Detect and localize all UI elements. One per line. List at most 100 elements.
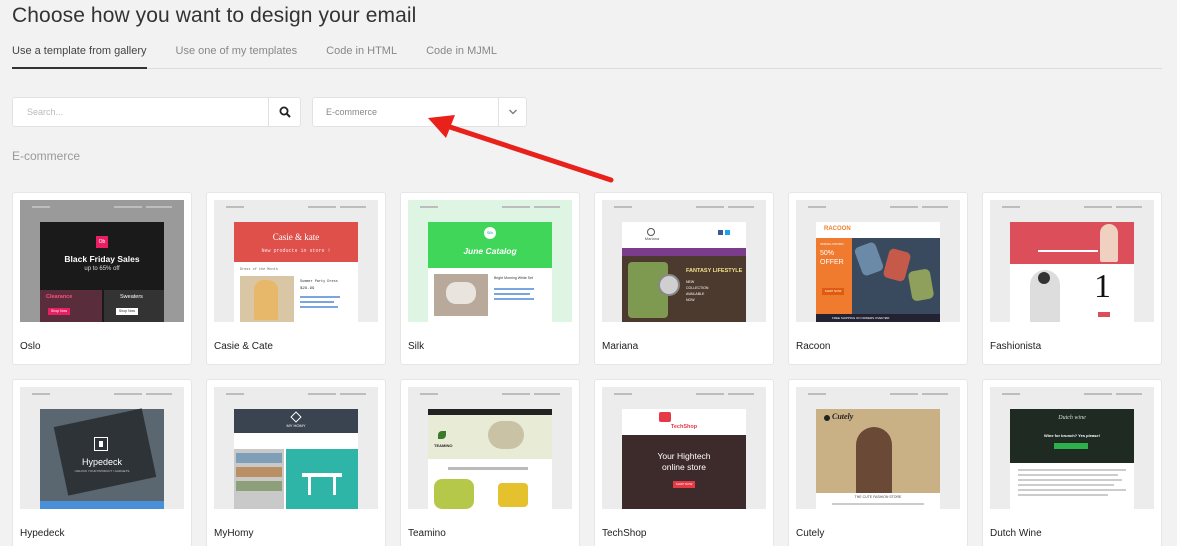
category-select-toggle[interactable] (498, 98, 526, 126)
brand-badge: Ob (96, 236, 108, 248)
thumb-offer-2: OFFER (820, 259, 844, 266)
template-card-silk[interactable]: Silk June Catalog Bright Morning White S… (400, 192, 580, 365)
thumb-btn-left: Shop Now (48, 308, 70, 315)
template-name: Dutch Wine (990, 528, 1042, 539)
thumb-right-label: Sweaters (120, 294, 143, 300)
brand-badge: Silk (484, 227, 496, 239)
template-name: Cutely (796, 528, 825, 539)
thumb-headline-2: online store (662, 462, 706, 472)
thumb-subline: up to 65% off (84, 266, 120, 272)
thumb-footer: FREE SHIPPING ON ORDERS OVER $60 (832, 316, 890, 320)
template-card-dutch-wine[interactable]: Dutch wine Wine for brunch? Yes please! … (982, 379, 1162, 546)
template-card-fashionista[interactable]: 1 Fashionista (982, 192, 1162, 365)
template-card-teamino[interactable]: TEAMINO Teamino (400, 379, 580, 546)
template-thumbnail: Ob Black Friday Sales up to 65% off Clea… (20, 200, 184, 322)
thumb-headline: Black Friday Sales (64, 254, 140, 264)
template-thumbnail: 1 (990, 200, 1154, 322)
template-name: MyHomy (214, 528, 254, 539)
thumb-offer-1: 50% (820, 250, 835, 257)
thumb-header-bars (614, 206, 754, 212)
thumb-header-bars (420, 206, 560, 212)
email-design-page: Choose how you want to design your email… (0, 0, 1177, 546)
tab-code-mjml[interactable]: Code in MJML (426, 44, 497, 69)
thumb-brand: TEAMINO (434, 443, 453, 448)
thumb-tagline: New products in store ! (261, 248, 331, 254)
thumb-btn-right: Shop Now (116, 308, 138, 315)
thumb-left-label: Clearance (46, 294, 73, 300)
template-card-cutely[interactable]: Cutely THE CUTE FASHION STORE Cutely (788, 379, 968, 546)
page-title: Choose how you want to design your email (12, 4, 417, 27)
thumb-header-bars (420, 393, 560, 399)
template-thumbnail: MY HOMY (214, 387, 378, 509)
thumb-price: $29.99 (300, 287, 315, 291)
search-icon (279, 106, 291, 118)
template-name: Fashionista (990, 341, 1042, 352)
thumb-brand: Dutch wine (1058, 415, 1086, 421)
thumb-header-bars (1002, 393, 1142, 399)
template-thumbnail: Hypedeck UNLOCK YOUR PRODUCT / GADGETS (20, 387, 184, 509)
template-thumbnail: RACOON SPRING PROMO 50% OFFER SHOP NOW F… (796, 200, 960, 322)
thumb-product: Summer Party Dress (300, 280, 338, 284)
template-thumbnail: Dutch wine Wine for brunch? Yes please! (990, 387, 1154, 509)
category-select[interactable]: E-commerce (312, 97, 527, 127)
template-card-oslo[interactable]: Ob Black Friday Sales up to 65% off Clea… (12, 192, 192, 365)
thumb-caption: THE CUTE FASHION STORE (854, 495, 902, 499)
tab-template-gallery[interactable]: Use a template from gallery (12, 44, 147, 69)
template-card-mariana[interactable]: Mariana FANTASY LIFESTYLE NEW COLLECTION… (594, 192, 774, 365)
thumb-product: Bright Morning White Set (494, 276, 533, 280)
thumb-header-bars (32, 393, 172, 399)
template-card-racoon[interactable]: RACOON SPRING PROMO 50% OFFER SHOP NOW F… (788, 192, 968, 365)
thumb-body-3: AVAILABLE (686, 292, 705, 296)
thumb-headline: FANTASY LIFESTYLE (686, 268, 743, 274)
template-name: Teamino (408, 528, 446, 539)
thumb-header-bars (808, 206, 948, 212)
search-input[interactable] (27, 107, 257, 117)
thumb-tagline: UNLOCK YOUR PRODUCT / GADGETS (74, 469, 130, 473)
thumb-brand: Mariana (644, 236, 660, 241)
design-method-tabs: Use a template from gallery Use one of m… (12, 44, 1162, 69)
template-thumbnail: TEAMINO (408, 387, 572, 509)
template-thumbnail: Casie & kate New products in store ! Dre… (214, 200, 378, 322)
template-card-techshop[interactable]: TechShop Your Hightech online store SHOP… (594, 379, 774, 546)
thumb-headline: June Catalog (463, 246, 517, 256)
tab-code-html[interactable]: Code in HTML (326, 44, 397, 69)
thumb-body-4: NOW (686, 298, 695, 302)
template-name: TechShop (602, 528, 647, 539)
thumb-header-bars (1002, 206, 1142, 212)
search-button[interactable] (268, 98, 300, 126)
thumb-brand: Casie & kate (272, 232, 320, 242)
thumb-offer-small: SPRING PROMO (820, 242, 844, 246)
thumb-section: Dress of the Month (240, 268, 278, 272)
thumb-brand: TechShop (670, 424, 698, 430)
template-thumbnail: Mariana FANTASY LIFESTYLE NEW COLLECTION… (602, 200, 766, 322)
template-search (12, 97, 301, 127)
thumb-body-1: NEW (686, 280, 695, 284)
chevron-down-icon (508, 109, 517, 115)
thumb-headline-1: Your Hightech (657, 451, 711, 461)
category-select-value: E-commerce (326, 107, 378, 117)
thumb-brand: RACOON (824, 226, 851, 232)
thumb-brand: Cutely (832, 412, 854, 421)
thumb-headline: Wine for brunch? Yes please! (1044, 433, 1100, 438)
thumb-brand: Hypedeck (81, 457, 123, 467)
thumb-button: SHOP NOW (822, 288, 844, 295)
template-name: Mariana (602, 341, 639, 352)
template-name: Silk (408, 341, 425, 352)
tab-my-templates[interactable]: Use one of my templates (176, 44, 298, 69)
thumb-brand: MY HOMY (286, 423, 306, 428)
thumb-button: SHOP NOW (673, 481, 695, 488)
template-name: Racoon (796, 341, 831, 352)
thumb-header-bars (226, 393, 366, 399)
thumb-header-bars (226, 206, 366, 212)
template-name: Casie & Cate (214, 341, 273, 352)
template-card-casie-cate[interactable]: Casie & kate New products in store ! Dre… (206, 192, 386, 365)
thumb-header-bars (614, 393, 754, 399)
template-thumbnail: TechShop Your Hightech online store SHOP… (602, 387, 766, 509)
template-name: Oslo (20, 341, 41, 352)
template-thumbnail: Silk June Catalog Bright Morning White S… (408, 200, 572, 322)
thumb-header-bars (32, 206, 172, 212)
template-card-hypedeck[interactable]: Hypedeck UNLOCK YOUR PRODUCT / GADGETS H… (12, 379, 192, 546)
thumb-header-bars (808, 393, 948, 399)
thumb-body-2: COLLECTION (686, 286, 709, 290)
template-card-myhomy[interactable]: MY HOMY MyHomy (206, 379, 386, 546)
